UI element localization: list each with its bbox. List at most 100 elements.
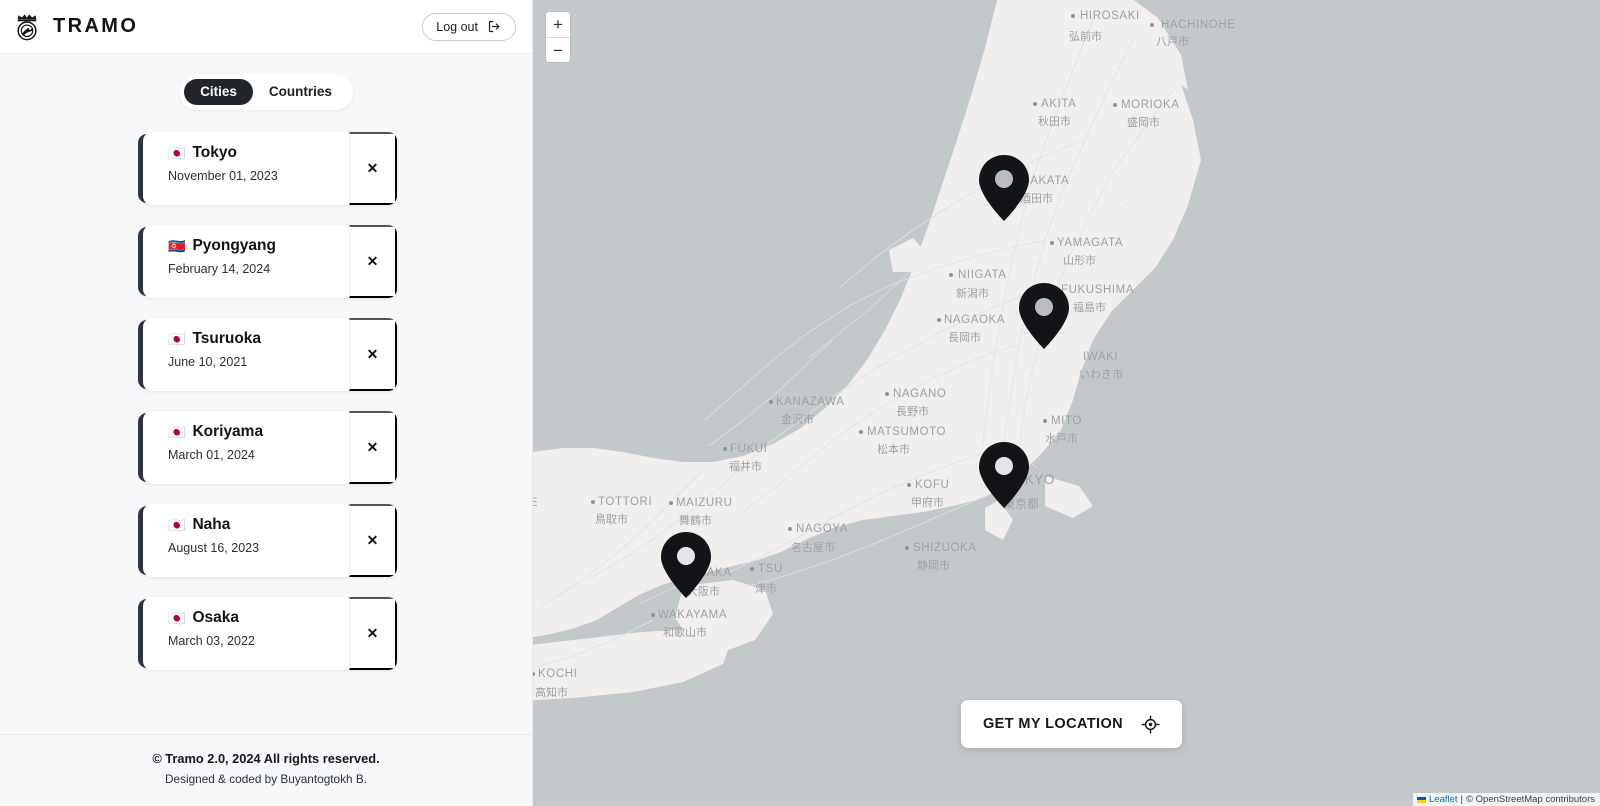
svg-text:新潟市: 新潟市 bbox=[956, 286, 989, 300]
svg-text:名古屋市: 名古屋市 bbox=[791, 540, 835, 554]
svg-text:金沢市: 金沢市 bbox=[781, 412, 814, 426]
svg-text:AKITA: AKITA bbox=[1041, 98, 1076, 110]
country-flag-icon: 🇯🇵 bbox=[168, 423, 186, 440]
city-name: Koriyama bbox=[192, 422, 264, 440]
tab-countries[interactable]: Countries bbox=[253, 79, 348, 105]
svg-text:NAGANO: NAGANO bbox=[893, 388, 946, 400]
svg-text:IWAKI: IWAKI bbox=[1083, 351, 1118, 363]
svg-text:秋田市: 秋田市 bbox=[1038, 114, 1071, 128]
ukraine-flag-icon bbox=[1417, 796, 1427, 803]
delete-city-button[interactable]: ✕ bbox=[349, 317, 397, 391]
tab-cities[interactable]: Cities bbox=[184, 79, 253, 105]
footer: © Tramo 2.0, 2024 All rights reserved. D… bbox=[0, 734, 532, 806]
city-name: Pyongyang bbox=[192, 236, 276, 254]
visit-date: March 01, 2024 bbox=[168, 448, 255, 463]
list-item[interactable]: 🇯🇵 Naha August 16, 2023 ✕ bbox=[135, 503, 397, 577]
map-container[interactable]: HIROSAKI HACHINOHE 弘前市 八戸市 AKITA 秋田市 MOR… bbox=[533, 0, 1600, 806]
crosshair-target-icon bbox=[1141, 715, 1160, 733]
city-card-content: 🇯🇵 Tokyo November 01, 2023 bbox=[143, 132, 349, 205]
svg-text:SHIZUOKA: SHIZUOKA bbox=[913, 542, 977, 554]
leaflet-link[interactable]: Leaflet bbox=[1429, 794, 1458, 805]
city-card[interactable]: 🇯🇵 Osaka March 03, 2022 ✕ bbox=[143, 596, 397, 670]
city-card-title: 🇯🇵 Osaka bbox=[168, 609, 349, 628]
svg-text:MORIOKA: MORIOKA bbox=[1121, 99, 1180, 111]
footer-credit: Designed & coded by Buyantogtokh B. bbox=[165, 772, 367, 786]
svg-text:高知市: 高知市 bbox=[535, 685, 568, 699]
svg-text:弘前市: 弘前市 bbox=[1069, 29, 1102, 43]
osm-attribution: © OpenStreetMap contributors bbox=[1466, 794, 1595, 805]
city-card-title: 🇯🇵 Tsuruoka bbox=[168, 330, 349, 349]
city-card-content: 🇯🇵 Naha August 16, 2023 bbox=[143, 504, 349, 577]
svg-text:HACHINOHE: HACHINOHE bbox=[1161, 19, 1235, 31]
city-card-title: 🇯🇵 Naha bbox=[168, 516, 349, 535]
city-card[interactable]: 🇯🇵 Naha August 16, 2023 ✕ bbox=[143, 503, 397, 577]
country-flag-icon: 🇯🇵 bbox=[168, 516, 186, 533]
city-card-title: 🇰🇵 Pyongyang bbox=[168, 237, 349, 256]
city-card[interactable]: 🇯🇵 Koriyama March 01, 2024 ✕ bbox=[143, 410, 397, 484]
country-flag-icon: 🇯🇵 bbox=[168, 609, 186, 626]
svg-text:MAIZURU: MAIZURU bbox=[676, 497, 733, 509]
svg-text:山形市: 山形市 bbox=[1063, 253, 1096, 267]
svg-text:舞鶴市: 舞鶴市 bbox=[679, 513, 712, 527]
svg-text:松本市: 松本市 bbox=[877, 442, 910, 456]
list-item[interactable]: 🇯🇵 Koriyama March 01, 2024 ✕ bbox=[135, 410, 397, 484]
list-item[interactable]: 🇯🇵 Tsuruoka June 10, 2021 ✕ bbox=[135, 317, 397, 391]
svg-text:FUKUI: FUKUI bbox=[730, 443, 768, 455]
city-card[interactable]: 🇯🇵 Tsuruoka June 10, 2021 ✕ bbox=[143, 317, 397, 391]
visit-date: March 03, 2022 bbox=[168, 634, 255, 649]
logout-button[interactable]: Log out bbox=[422, 12, 516, 41]
svg-text:福島市: 福島市 bbox=[1073, 300, 1106, 314]
svg-text:静岡市: 静岡市 bbox=[917, 558, 950, 572]
view-toggle: Cities Countries bbox=[179, 74, 353, 110]
delete-city-button[interactable]: ✕ bbox=[349, 410, 397, 484]
footer-copyright: © Tramo 2.0, 2024 All rights reserved. bbox=[152, 751, 380, 766]
map-tiles: HIROSAKI HACHINOHE 弘前市 八戸市 AKITA 秋田市 MOR… bbox=[533, 0, 1600, 806]
svg-text:津市: 津市 bbox=[755, 581, 777, 595]
list-item[interactable]: 🇯🇵 Tokyo November 01, 2023 ✕ bbox=[135, 131, 397, 205]
svg-text:HIROSAKI: HIROSAKI bbox=[1080, 10, 1140, 22]
list-item[interactable]: 🇯🇵 Osaka March 03, 2022 ✕ bbox=[135, 596, 397, 670]
svg-text:FUKUSHIMA: FUKUSHIMA bbox=[1061, 284, 1134, 296]
city-card[interactable]: 🇯🇵 Tokyo November 01, 2023 ✕ bbox=[143, 131, 397, 205]
svg-text:八戸市: 八戸市 bbox=[1156, 34, 1189, 48]
map-attribution: Leaflet | © OpenStreetMap contributors bbox=[1413, 793, 1600, 806]
tramo-crown-globe-logo-icon bbox=[17, 13, 37, 40]
visit-date: August 16, 2023 bbox=[168, 541, 260, 556]
country-flag-icon: 🇯🇵 bbox=[168, 144, 186, 161]
svg-text:MATSUMOTO: MATSUMOTO bbox=[867, 426, 946, 438]
visit-date: November 01, 2023 bbox=[168, 169, 278, 184]
svg-text:NIIGATA: NIIGATA bbox=[958, 269, 1007, 281]
list-item[interactable]: 🇰🇵 Pyongyang February 14, 2024 ✕ bbox=[135, 224, 397, 298]
tramo-app: TRAMO Log out Cities Countries 🇯🇵 Tokyo … bbox=[0, 0, 1600, 806]
country-flag-icon: 🇯🇵 bbox=[168, 330, 186, 347]
zoom-out-button[interactable]: − bbox=[546, 37, 570, 62]
svg-text:KOFU: KOFU bbox=[915, 479, 949, 491]
map-zoom-controls: + − bbox=[545, 11, 571, 63]
city-list: 🇯🇵 Tokyo November 01, 2023 ✕ 🇰🇵 Pyongyan… bbox=[0, 110, 532, 735]
city-name: Osaka bbox=[192, 608, 239, 626]
svg-text:長岡市: 長岡市 bbox=[948, 330, 981, 344]
city-card-content: 🇰🇵 Pyongyang February 14, 2024 bbox=[143, 225, 349, 298]
visit-date: February 14, 2024 bbox=[168, 262, 271, 277]
zoom-in-button[interactable]: + bbox=[546, 12, 570, 37]
city-card[interactable]: 🇰🇵 Pyongyang February 14, 2024 ✕ bbox=[143, 224, 397, 298]
city-card-title: 🇯🇵 Koriyama bbox=[168, 423, 349, 442]
sidebar-panel: TRAMO Log out Cities Countries 🇯🇵 Tokyo … bbox=[0, 0, 533, 806]
get-my-location-button[interactable]: GET MY LOCATION bbox=[961, 700, 1182, 748]
visit-date: June 10, 2021 bbox=[168, 355, 248, 370]
delete-city-button[interactable]: ✕ bbox=[349, 503, 397, 577]
city-card-content: 🇯🇵 Koriyama March 01, 2024 bbox=[143, 411, 349, 484]
svg-text:甲府市: 甲府市 bbox=[911, 495, 944, 509]
delete-city-button[interactable]: ✕ bbox=[349, 224, 397, 298]
delete-city-button[interactable]: ✕ bbox=[349, 131, 397, 205]
svg-text:いわき市: いわき市 bbox=[1079, 367, 1123, 381]
attribution-separator: | bbox=[1460, 794, 1464, 805]
svg-text:福井市: 福井市 bbox=[729, 459, 762, 473]
logout-label: Log out bbox=[436, 19, 478, 34]
logout-arrow-icon bbox=[488, 20, 500, 33]
svg-text:TOTTORI: TOTTORI bbox=[598, 496, 652, 508]
delete-city-button[interactable]: ✕ bbox=[349, 596, 397, 670]
country-flag-icon: 🇰🇵 bbox=[168, 237, 186, 254]
svg-text:YAMAGATA: YAMAGATA bbox=[1057, 237, 1123, 249]
city-name: Naha bbox=[192, 515, 231, 533]
